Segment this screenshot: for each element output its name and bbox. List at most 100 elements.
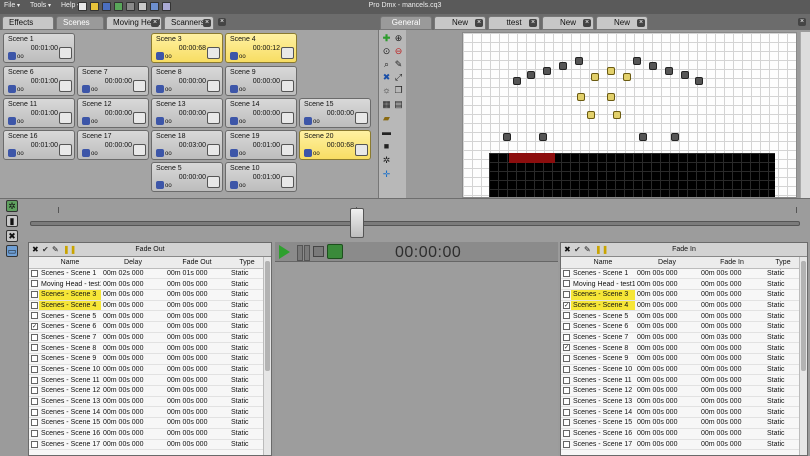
row-checkbox[interactable] [31, 355, 38, 363]
table-row[interactable]: Scenes - Scene 7 00m 00s 000 00m 03s 000 St… [561, 332, 801, 344]
scrollbar[interactable] [799, 257, 807, 455]
scene-tile[interactable]: Scene 6 00:01:00 oo [3, 66, 75, 96]
crossfade-slider-handle[interactable] [350, 208, 364, 238]
zoom-in-icon[interactable]: ⊕ [394, 34, 403, 43]
row-checkbox[interactable] [563, 408, 570, 416]
lock-icon[interactable]: ▰ [382, 114, 391, 123]
fixture-icon[interactable] [207, 176, 220, 188]
fixture-icon[interactable] [59, 112, 72, 124]
close-icon[interactable]: × [529, 19, 537, 27]
fixture-icon[interactable] [207, 112, 220, 124]
row-checkbox[interactable] [563, 355, 570, 363]
table-row[interactable]: Moving Head - test1 00m 00s 000 00m 00s 00… [561, 278, 801, 290]
add-icon[interactable]: ✚ [382, 34, 391, 43]
delete-icon[interactable]: ✖ [382, 73, 391, 82]
row-checkbox[interactable] [31, 440, 38, 448]
scene-tile[interactable]: Scene 10 00:01:00 oo [225, 162, 297, 192]
table-row[interactable]: Scenes - Scene 14 00m 00s 000 00m 00s 000 S… [561, 406, 801, 419]
row-checkbox[interactable] [563, 440, 570, 448]
light-fixture-icon[interactable] [607, 93, 615, 101]
scrollbar[interactable] [263, 257, 271, 455]
scene-tile[interactable]: Scene 16 00:01:00 oo [3, 130, 75, 160]
fixture-icon[interactable] [281, 176, 294, 188]
paste-icon[interactable]: ▤ [394, 100, 403, 109]
zoom-icon[interactable]: ⊙ [382, 47, 391, 56]
fixture-icon[interactable] [133, 80, 146, 92]
close-icon[interactable]: × [637, 19, 645, 27]
fixture-icon[interactable] [207, 47, 220, 59]
scene-tile[interactable]: Scene 18 00:03:00 oo [151, 130, 223, 160]
row-checkbox[interactable] [563, 323, 570, 331]
table-row[interactable]: Scenes - Scene 7 00m 00s 000 00m 00s 000 St… [29, 332, 265, 344]
gear-icon[interactable]: ✲ [382, 156, 391, 165]
row-checkbox[interactable] [31, 387, 38, 395]
stage-scrollbar[interactable] [800, 32, 810, 198]
table-row[interactable]: Scenes - Scene 12 00m 00s 000 00m 00s 000 S… [29, 385, 265, 397]
scene-tile[interactable]: Scene 1 00:01:00 oo [3, 33, 75, 63]
row-checkbox[interactable] [563, 387, 570, 395]
light-fixture-icon[interactable] [633, 57, 641, 65]
tab-ttest[interactable]: ttest × [488, 16, 540, 30]
block-icon[interactable]: ■ [382, 142, 391, 151]
move-icon[interactable]: ✛ [382, 170, 391, 179]
close-all-icon[interactable]: × [798, 18, 806, 26]
scene-tile[interactable]: Scene 14 00:00:00 oo [225, 98, 297, 128]
tab-general[interactable]: General [380, 16, 432, 30]
table-row[interactable]: Scenes - Scene 16 00m 00s 000 00m 00s 000 S… [29, 428, 265, 440]
row-checkbox[interactable] [31, 376, 38, 384]
close-icon[interactable]: × [475, 19, 483, 27]
row-checkbox[interactable] [31, 280, 38, 288]
row-checkbox[interactable] [31, 429, 38, 437]
table-row[interactable]: Scenes - Scene 15 00m 00s 000 00m 00s 000 S… [29, 417, 265, 429]
row-checkbox[interactable] [31, 333, 38, 341]
row-checkbox[interactable] [563, 333, 570, 341]
row-checkbox[interactable] [31, 291, 38, 299]
light-fixture-icon[interactable] [607, 67, 615, 75]
row-checkbox[interactable] [563, 376, 570, 384]
scrollbar-thumb[interactable] [265, 261, 270, 371]
light-fixture-icon[interactable] [587, 111, 595, 119]
bar-icon[interactable]: ▬ [382, 128, 391, 137]
row-checkbox[interactable]: ✓ [563, 301, 570, 309]
scene-tile[interactable]: Scene 13 00:00:00 oo [151, 98, 223, 128]
gear-icon[interactable]: ✲ [6, 200, 18, 212]
tab-moving-head[interactable]: Moving Head × [106, 16, 162, 30]
fixture-icon[interactable] [281, 80, 294, 92]
table-row[interactable]: Scenes - Scene 4 00m 00s 000 00m 00s 000 St… [29, 300, 265, 312]
tab-effects[interactable]: Effects [2, 16, 54, 30]
fixture-icon[interactable] [281, 47, 294, 59]
row-checkbox[interactable] [31, 365, 38, 373]
light-fixture-icon[interactable] [559, 62, 567, 70]
scene-tile[interactable]: Scene 19 00:01:00 oo [225, 130, 297, 160]
row-checkbox[interactable] [31, 419, 38, 427]
fixture-icon[interactable] [355, 144, 368, 156]
table-row[interactable]: Scenes - Scene 5 00m 00s 000 00m 00s 000 St… [29, 310, 265, 322]
row-checkbox[interactable] [31, 312, 38, 320]
scrollbar-thumb[interactable] [801, 261, 806, 371]
table-row[interactable]: Scenes - Scene 17 00m 00s 000 00m 00s 000 S… [561, 439, 801, 451]
table-row[interactable]: Scenes - Scene 10 00m 00s 000 00m 00s 000 S… [561, 364, 801, 376]
row-checkbox[interactable]: ✓ [563, 344, 570, 352]
table-row[interactable]: Scenes - Scene 14 00m 00s 000 00m 00s 000 S… [29, 406, 265, 419]
close-icon[interactable]: × [151, 19, 159, 27]
scene-tile[interactable]: Scene 4 00:00:12 oo [225, 33, 297, 63]
scene-tile[interactable]: Scene 20 00:00:68 oo [299, 130, 371, 160]
fixture-icon[interactable] [59, 80, 72, 92]
light-fixture-icon[interactable] [577, 93, 585, 101]
table-row[interactable]: Scenes - Scene 15 00m 00s 000 00m 00s 000 S… [561, 417, 801, 429]
table-row[interactable]: Scenes - Scene 9 00m 00s 000 00m 00s 000 St… [29, 353, 265, 365]
lamp-icon[interactable]: ☼ [382, 86, 391, 95]
column-header-delay[interactable]: Delay [635, 257, 699, 269]
scene-tile[interactable]: Scene 5 00:00:00 oo [151, 162, 223, 192]
table-row[interactable]: ✓ Scenes - Scene 4 00m 00s 000 00m 00s 000 S… [561, 300, 801, 312]
close-icon[interactable]: ✖ [6, 230, 18, 242]
light-fixture-icon[interactable] [513, 77, 521, 85]
table-row[interactable]: Scenes - Scene 13 00m 00s 000 00m 00s 000 S… [561, 396, 801, 408]
table-row[interactable]: Scenes - Scene 6 00m 00s 000 00m 00s 000 St… [561, 321, 801, 333]
light-fixture-icon[interactable] [503, 133, 511, 141]
scene-tile[interactable]: Scene 11 00:01:00 oo [3, 98, 75, 128]
light-fixture-icon[interactable] [695, 77, 703, 85]
row-checkbox[interactable] [31, 397, 38, 405]
table-row[interactable]: Scenes - Scene 1 00m 00s 000 00m 00s 000 St… [561, 268, 801, 280]
light-fixture-icon[interactable] [671, 133, 679, 141]
